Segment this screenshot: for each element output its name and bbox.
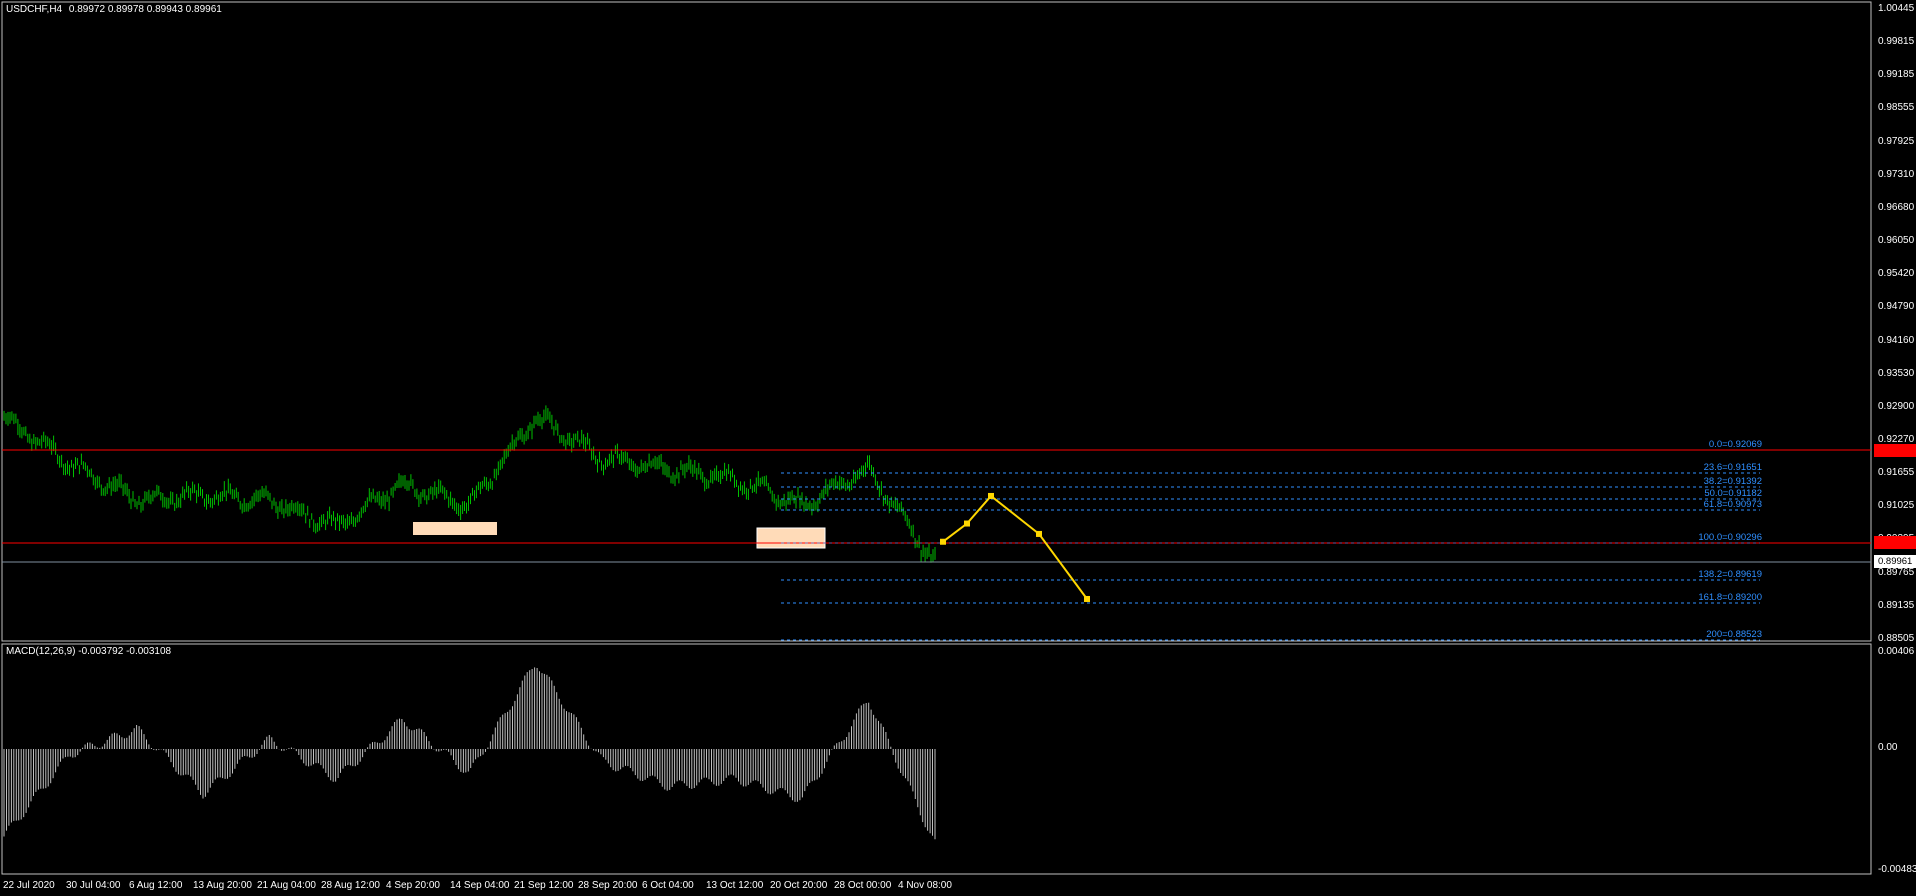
price-tick-label: 1.00445 — [1878, 3, 1915, 14]
fib-level-label: 61.8=0.90973 — [1703, 499, 1762, 510]
time-tick-label: 13 Oct 12:00 — [706, 880, 764, 891]
price-tick-label: 0.99815 — [1878, 36, 1915, 48]
price-tick-label: 0.98555 — [1878, 102, 1915, 114]
symbol-label: USDCHF,H4 — [6, 4, 63, 15]
price-tick-label: 0.99185 — [1878, 69, 1915, 81]
price-tick-label: 0.94790 — [1878, 301, 1915, 313]
time-tick-label: 14 Sep 04:00 — [450, 880, 510, 891]
time-tick-label: 22 Jul 2020 — [3, 880, 55, 891]
macd-tick-label: 0.00406 — [1878, 646, 1915, 657]
current-price-box: 0.89961 — [1874, 555, 1916, 568]
fib-level-label: 100.0=0.90296 — [1698, 532, 1762, 543]
price-tick-label: 0.93530 — [1878, 367, 1915, 379]
macd-tick-label: -0.004835 — [1878, 864, 1916, 875]
fib-level-label: 200=0.88523 — [1706, 629, 1762, 640]
macd-histogram — [3, 667, 936, 840]
projection-line — [942, 494, 1088, 600]
projection-point — [1084, 595, 1090, 602]
price-tick-label: 0.92900 — [1878, 400, 1915, 412]
horizontal-lines — [2, 449, 1871, 641]
time-tick-label: 21 Sep 12:00 — [514, 880, 574, 891]
demand-zones — [413, 522, 826, 549]
macd-label: MACD(12,26,9) -0.003792 -0.003108 — [6, 646, 172, 657]
time-tick-label: 4 Nov 08:00 — [898, 880, 952, 891]
time-tick-label: 4 Sep 20:00 — [386, 880, 440, 891]
price-tick-label: 0.96050 — [1878, 235, 1915, 247]
demand-zone-1 — [413, 522, 497, 535]
fib-level-label: 23.6=0.91651 — [1703, 462, 1762, 473]
time-tick-label: 21 Aug 04:00 — [257, 880, 316, 891]
time-tick-label: 30 Jul 04:00 — [66, 880, 121, 891]
projection-point — [988, 492, 994, 499]
price-tick-label: 0.89765 — [1878, 566, 1915, 578]
time-tick-label: 28 Sep 20:00 — [578, 880, 638, 891]
fib-level-label: 38.2=0.91392 — [1703, 476, 1762, 487]
price-tick-label: 0.95420 — [1878, 268, 1915, 280]
chart-canvas — [1, 1, 1872, 875]
price-tick-label: 0.91655 — [1878, 467, 1915, 479]
projection-point — [964, 520, 970, 527]
time-tick-label: 28 Aug 12:00 — [321, 880, 380, 891]
price-tick-label: 0.89135 — [1878, 599, 1915, 611]
price-tick-label: 0.97925 — [1878, 135, 1915, 147]
projection-point — [1036, 530, 1042, 537]
time-tick-label: 6 Oct 04:00 — [642, 880, 694, 891]
price-tick-label: 0.91025 — [1878, 500, 1915, 512]
price-tick-label: 0.88505 — [1878, 632, 1915, 644]
demand-zone-2 — [756, 527, 826, 549]
price-pane-frame — [1, 1, 1872, 642]
projection-path[interactable] — [940, 492, 1090, 602]
symbol-header: USDCHF,H4 0.89972 0.89978 0.89943 0.8996… — [6, 4, 222, 16]
fib-level-label: 138.2=0.89619 — [1698, 569, 1762, 580]
time-tick-label: 28 Oct 00:00 — [834, 880, 892, 891]
time-tick-label: 20 Oct 20:00 — [770, 880, 828, 891]
time-tick-label: 6 Aug 12:00 — [129, 880, 183, 891]
upper-red-price-box: 0.92070 — [1874, 444, 1916, 457]
macd-tick-label: 0.00 — [1878, 742, 1898, 753]
fib-level-label: 0.0=0.92069 — [1708, 439, 1762, 450]
lower-red-price-box: 0.90394 — [1874, 536, 1916, 549]
ohlc-values: 0.89972 0.89978 0.89943 0.89961 — [68, 4, 222, 15]
time-tick-label: 13 Aug 20:00 — [193, 880, 252, 891]
fib-level-label: 50.0=0.91182 — [1704, 488, 1762, 499]
projection-point — [940, 538, 946, 545]
macd-pane-frame — [1, 643, 1872, 875]
price-tick-label: 0.97310 — [1878, 168, 1915, 180]
fib-level-label: 161.8=0.89200 — [1698, 592, 1762, 603]
price-tick-label: 0.94160 — [1878, 334, 1915, 346]
price-tick-label: 0.96680 — [1878, 201, 1915, 213]
